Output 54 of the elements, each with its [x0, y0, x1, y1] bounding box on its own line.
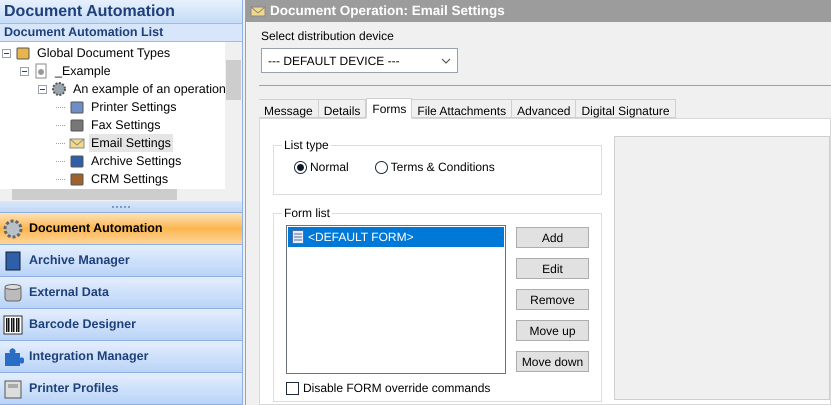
- nav-item[interactable]: Document Automation: [0, 213, 242, 245]
- document-icon: [33, 63, 49, 79]
- tree-item[interactable]: Email Settings: [89, 134, 173, 152]
- window-title: Document Operation: Email Settings: [246, 0, 831, 22]
- group-title: Form list: [283, 205, 331, 222]
- tree-item[interactable]: Printer Settings: [89, 98, 178, 116]
- collapse-toggle[interactable]: [38, 84, 47, 94]
- panel-title: Document Automation: [0, 0, 242, 24]
- group-title: List type: [283, 137, 330, 154]
- form-list[interactable]: <DEFAULT FORM>: [286, 225, 506, 374]
- tab[interactable]: File Attachments: [412, 99, 512, 118]
- puzzle-icon: [2, 346, 24, 368]
- radio-label: Normal: [310, 159, 349, 176]
- tab[interactable]: Message: [259, 99, 319, 118]
- database-icon: [2, 282, 24, 304]
- field-label: Select distribution device: [261, 28, 395, 45]
- collapse-toggle[interactable]: [20, 66, 29, 76]
- vertical-scrollbar[interactable]: [225, 42, 242, 189]
- tab[interactable]: Digital Signature: [576, 99, 676, 118]
- tab[interactable]: Details: [318, 99, 366, 118]
- tree-item[interactable]: Archive Settings: [89, 152, 184, 170]
- barcode-icon: [2, 314, 24, 336]
- form-icon: [292, 230, 304, 244]
- list-title: Document Automation List: [0, 24, 242, 42]
- tree-item[interactable]: _Example: [53, 62, 113, 80]
- tree-item[interactable]: CRM Settings: [89, 170, 170, 188]
- gear-icon: [51, 81, 67, 97]
- nav-item[interactable]: Archive Manager: [0, 245, 242, 277]
- horizontal-scrollbar[interactable]: [0, 188, 242, 202]
- nav-item[interactable]: Barcode Designer: [0, 309, 242, 341]
- chevron-down-icon: [441, 58, 451, 64]
- action-button[interactable]: Move up: [516, 320, 589, 341]
- nav-item[interactable]: Integration Manager: [0, 341, 242, 373]
- tab[interactable]: Advanced: [512, 99, 576, 118]
- tree-item[interactable]: Fax Settings: [89, 116, 162, 134]
- folder-icon: [15, 45, 31, 61]
- action-button[interactable]: Remove: [516, 289, 589, 310]
- radio-button[interactable]: [374, 160, 388, 174]
- action-button[interactable]: Edit: [516, 258, 589, 279]
- nav-item[interactable]: Printer Profiles: [0, 373, 242, 405]
- device-dropdown[interactable]: --- DEFAULT DEVICE ---: [261, 48, 458, 73]
- radio-label: Terms & Conditions: [390, 159, 495, 176]
- tab[interactable]: Forms: [366, 98, 412, 119]
- radio-button[interactable]: [294, 160, 307, 174]
- tree-item[interactable]: Global Document Types: [35, 44, 172, 62]
- checkbox-label: Disable FORM override commands: [303, 380, 490, 397]
- list-item[interactable]: <DEFAULT FORM>: [288, 227, 504, 247]
- action-button[interactable]: Add: [516, 227, 589, 248]
- checkbox[interactable]: [286, 382, 299, 394]
- tree-item[interactable]: An example of an operation: [71, 80, 225, 98]
- gear-icon: [2, 218, 24, 240]
- action-button[interactable]: Move down: [516, 351, 589, 372]
- nav-item[interactable]: External Data: [0, 277, 242, 309]
- collapse-toggle[interactable]: [2, 48, 11, 58]
